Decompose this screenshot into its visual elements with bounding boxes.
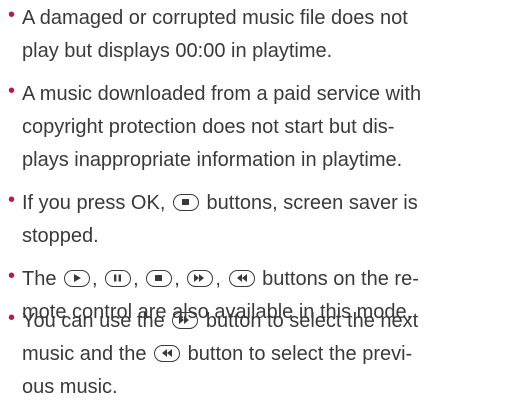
text-line: If you press OK, buttons, screen saver i…: [22, 188, 418, 218]
text-line: music and the button to select the previ…: [22, 339, 412, 369]
pause-button-icon: [105, 270, 132, 287]
text-fragment: button to select the previ-: [187, 343, 413, 365]
fast-forward-button-icon: [187, 270, 214, 287]
text-line: plays inappropriate information in playt…: [22, 149, 403, 171]
text-fragment: The: [22, 268, 57, 290]
text-fragment: If you press OK,: [22, 192, 166, 214]
bullet-icon: •: [8, 307, 16, 329]
page: • A damaged or corrupted music file does…: [0, 0, 511, 411]
stop-button-icon: [172, 194, 199, 211]
separator: ,: [174, 268, 180, 290]
bullet-icon: •: [8, 80, 16, 102]
text-line: ous music.: [22, 376, 118, 398]
text-fragment: buttons, screen saver is: [206, 192, 418, 214]
text-fragment: music and the: [22, 343, 147, 365]
text-line: The , , , , buttons on the re-: [22, 264, 419, 294]
text-line: play but displays 00:00 in playtime.: [22, 40, 333, 62]
text-line: A music downloaded from a paid service w…: [22, 83, 422, 105]
text-line: A damaged or corrupted music file does n…: [22, 7, 408, 29]
separator: ,: [92, 268, 98, 290]
text-line: stopped.: [22, 225, 99, 247]
text-fragment: You can use the: [22, 310, 165, 332]
text-line: copyright protection does not start but …: [22, 116, 395, 138]
rewind-button-icon: [228, 270, 255, 287]
text-fragment: buttons on the re-: [262, 268, 419, 290]
separator: ,: [133, 268, 139, 290]
bullet-icon: •: [8, 189, 16, 211]
fast-forward-button-icon: [172, 312, 199, 329]
play-button-icon: [64, 270, 91, 287]
text-fragment: button to select the next: [205, 310, 419, 332]
rewind-button-icon: [154, 345, 181, 362]
stop-button-icon: [146, 270, 173, 287]
separator: ,: [215, 268, 221, 290]
text-line: You can use the button to select the nex…: [22, 306, 418, 336]
bullet-icon: •: [8, 4, 16, 26]
bullet-icon: •: [8, 265, 16, 287]
